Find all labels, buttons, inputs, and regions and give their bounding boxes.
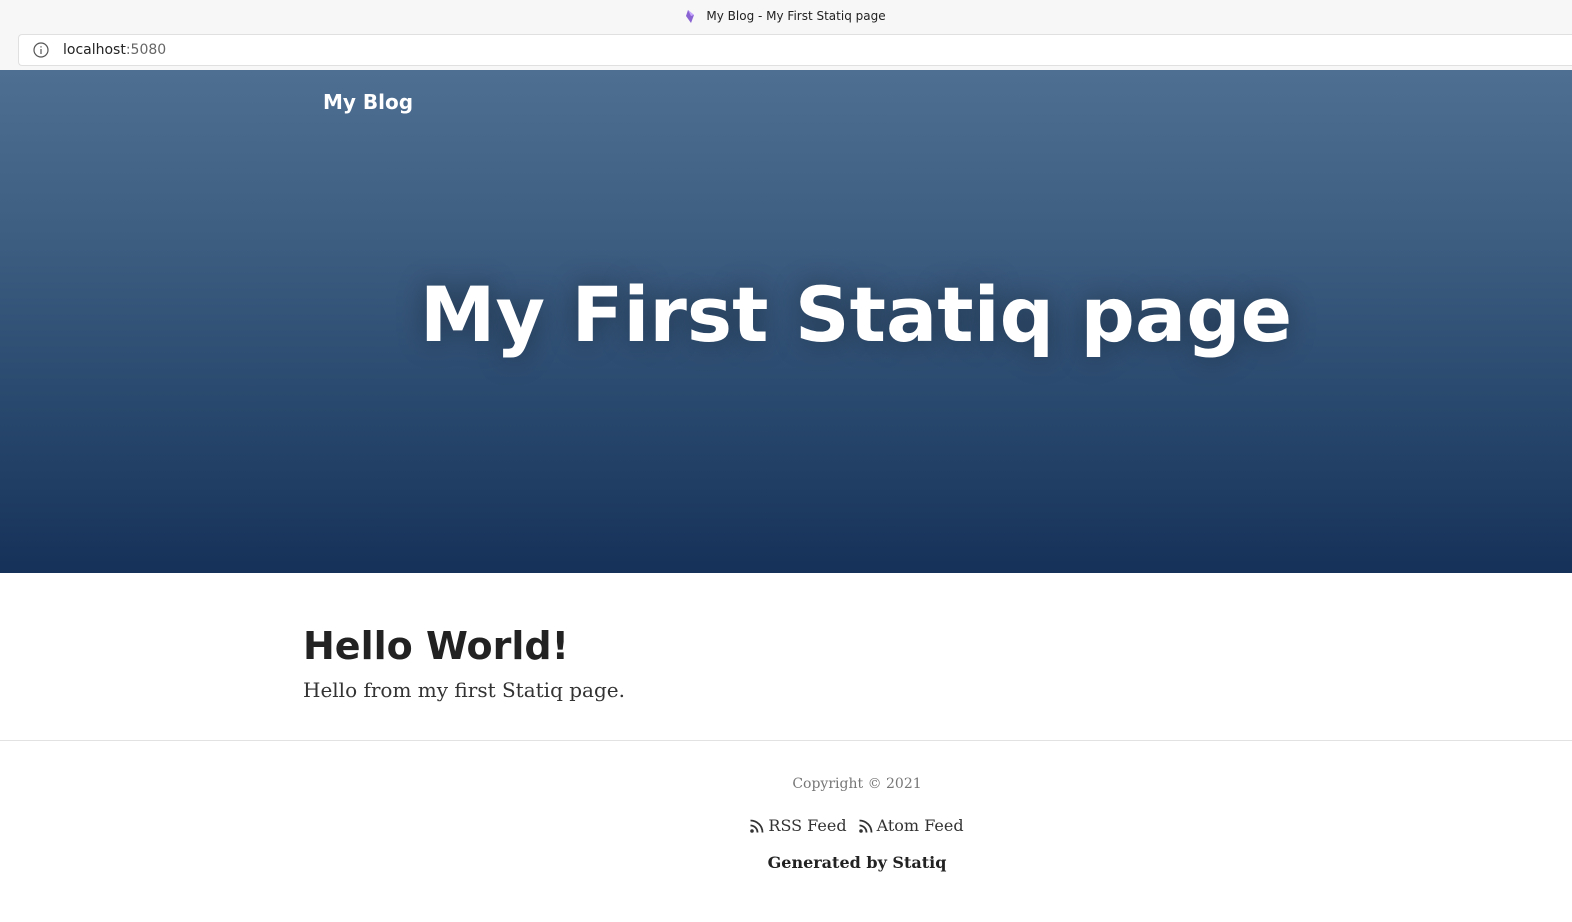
- address-bar[interactable]: localhost:5080: [18, 34, 1572, 66]
- url-host[interactable]: localhost: [63, 42, 126, 58]
- tab-title: My Blog - My First Statiq page: [706, 9, 886, 23]
- url-port[interactable]: :5080: [126, 42, 166, 58]
- rss-icon: [858, 819, 872, 833]
- site-footer: Copyright © 2021 RSS Feed Atom Feed Gene…: [0, 776, 1572, 872]
- address-bar-container: localhost:5080: [0, 32, 1572, 70]
- browser-title-bar: My Blog - My First Statiq page: [0, 0, 1572, 32]
- info-icon[interactable]: [33, 42, 49, 58]
- rss-icon: [750, 819, 764, 833]
- site-brand-link[interactable]: My Blog: [323, 90, 413, 114]
- footer-divider: [0, 740, 1572, 741]
- generated-by-text: Generated by Statiq: [767, 853, 947, 872]
- atom-feed-label: Atom Feed: [876, 816, 964, 835]
- page-title: My First Statiq page: [419, 270, 1293, 359]
- post-content: Hello World! Hello from my first Statiq …: [303, 622, 1263, 702]
- post-body: Hello from my first Statiq page.: [303, 678, 625, 702]
- statiq-favicon-icon: [686, 9, 696, 23]
- atom-feed-link[interactable]: Atom Feed: [858, 816, 964, 835]
- hero-banner: My Blog My First Statiq page: [0, 70, 1572, 573]
- feed-links: RSS Feed Atom Feed: [0, 816, 1572, 835]
- rss-feed-link[interactable]: RSS Feed: [750, 816, 847, 835]
- copyright-text: Copyright © 2021: [792, 776, 922, 792]
- rss-feed-label: RSS Feed: [768, 816, 847, 835]
- post-heading: Hello World!: [303, 624, 569, 668]
